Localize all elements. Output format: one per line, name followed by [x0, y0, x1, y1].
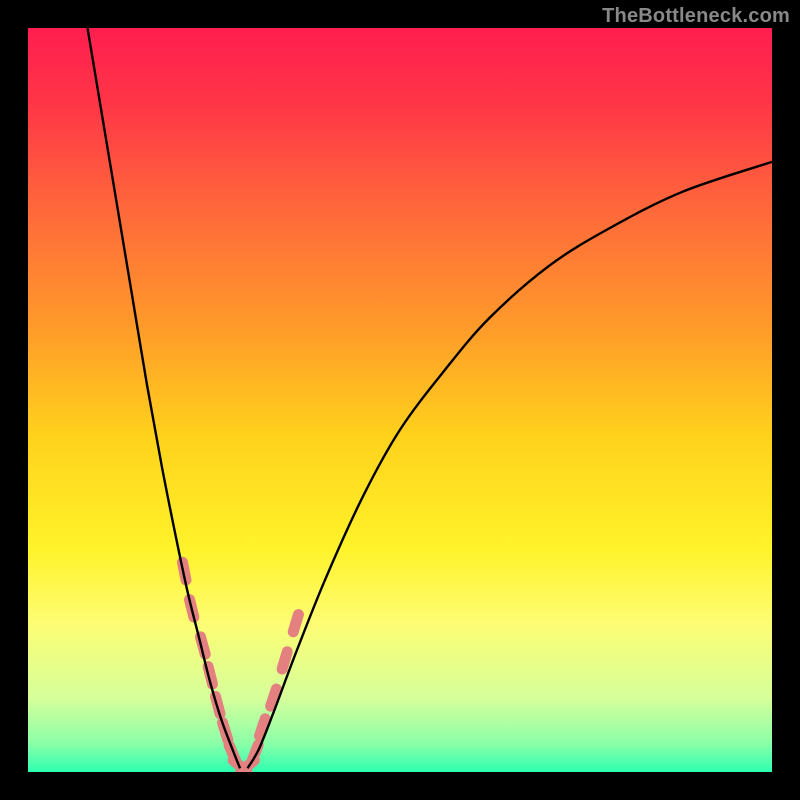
marker-pill: [293, 615, 298, 632]
marker-group: [182, 562, 298, 772]
plot-area: [28, 28, 772, 772]
marker-pill: [282, 652, 287, 669]
outer-frame: TheBottleneck.com: [0, 0, 800, 800]
curve-layer: [28, 28, 772, 772]
right-branch-curve: [247, 162, 772, 768]
marker-pill: [271, 689, 277, 706]
watermark-text: TheBottleneck.com: [602, 5, 790, 28]
left-branch-curve: [88, 28, 241, 768]
